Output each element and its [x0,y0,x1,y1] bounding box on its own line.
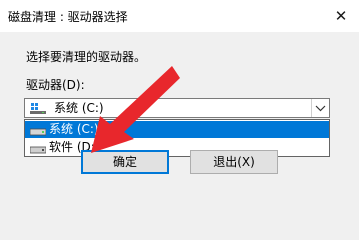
windows-drive-icon [30,103,46,114]
select-drive-prompt: 选择要清理的驱动器。 [26,50,147,64]
window-title: 磁盘清理 : 驱动器选择 [8,10,128,24]
drive-option-label: 系统 (C:) [49,122,99,136]
title-bar: 磁盘清理 : 驱动器选择 ✕ [0,0,359,32]
combo-selected-item: 系统 (C:) [30,101,152,115]
ok-button[interactable]: 确定 [81,150,169,174]
combo-dropdown-button[interactable] [311,99,329,117]
combo-selected-label: 系统 (C:) [54,101,104,115]
close-icon[interactable]: ✕ [331,6,351,26]
drive-option-d[interactable]: 软件 (D:) [25,139,329,156]
drive-icon [30,146,46,154]
drive-icon [30,128,46,136]
drive-dropdown-list[interactable]: 系统 (C:) 软件 (D:) [24,119,330,157]
exit-button[interactable]: 退出(X) [190,150,278,174]
drive-option-c[interactable]: 系统 (C:) [25,121,329,138]
chevron-down-icon [315,105,326,112]
drives-label: 驱动器(D): [26,78,85,92]
drive-combobox[interactable]: 系统 (C:) [24,98,330,118]
